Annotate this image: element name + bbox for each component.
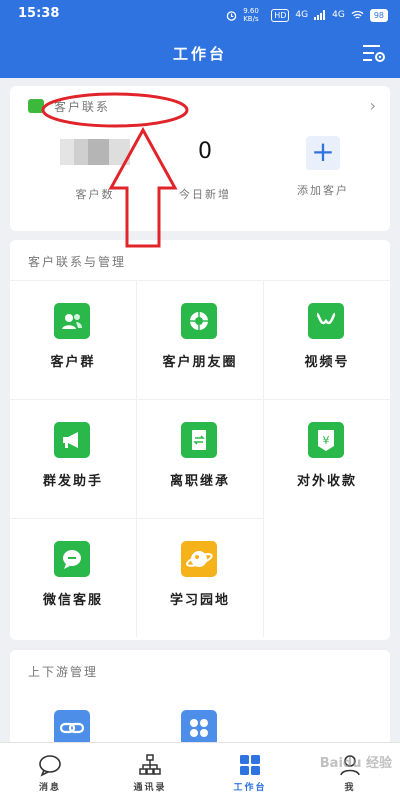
status-bar: 15:38 9.60 KB/s HD 4G 4G 98 xyxy=(0,0,400,28)
grid-item-label: 群发助手 xyxy=(42,474,103,489)
customer-contact-card[interactable]: 客户联系 › 客户数 0 今日新增 + 添加客户 xyxy=(10,86,390,231)
tab-label: 消息 xyxy=(38,783,61,793)
moments-shutter-icon xyxy=(181,303,217,339)
battery-level: 98 xyxy=(369,8,388,22)
hd-badge: HD xyxy=(271,8,290,22)
grid-item-resignation-inherit[interactable]: 离职继承 xyxy=(137,399,263,518)
baidu-watermark: Baidu 经验 xyxy=(319,756,392,771)
add-customer[interactable]: + 添加客户 xyxy=(268,136,378,198)
tab-workbench[interactable]: 工作台 xyxy=(200,743,300,800)
grid-item-customer-group[interactable]: 客户群 xyxy=(10,280,136,399)
tab-label: 工作台 xyxy=(233,783,267,793)
grid-item-learning-garden[interactable]: 学习园地 xyxy=(137,518,263,637)
net-speed: 9.60 KB/s xyxy=(243,7,259,23)
status-time: 15:38 xyxy=(18,6,60,21)
wifi-icon xyxy=(351,10,364,19)
tab-label: 我 xyxy=(344,783,356,793)
customer-count-blurred xyxy=(60,139,130,165)
page-title: 工作台 xyxy=(172,45,227,63)
grid-item-label: 客户朋友圈 xyxy=(162,355,238,370)
tab-contacts[interactable]: 通讯录 xyxy=(100,743,200,800)
link-icon[interactable] xyxy=(54,710,90,746)
stat-label: 客户数 xyxy=(75,188,115,201)
megaphone-icon xyxy=(54,422,90,458)
chevron-right-icon[interactable]: › xyxy=(370,96,376,115)
grid-item-label: 视频号 xyxy=(304,355,350,370)
grid-item-label: 学习园地 xyxy=(169,593,230,608)
grid-item-label: 离职继承 xyxy=(169,474,230,489)
grid-item-label: 微信客服 xyxy=(42,593,103,608)
signal-4g-1: 4G xyxy=(295,10,309,20)
stat-label: 今日新增 xyxy=(179,188,231,201)
add-customer-button[interactable]: + xyxy=(306,136,340,170)
grid-item-label: 对外收款 xyxy=(296,474,357,489)
stat-label: 添加客户 xyxy=(297,184,349,197)
wechat-contact-icon xyxy=(28,99,44,113)
message-icon xyxy=(39,755,61,777)
signal-bars-icon xyxy=(314,10,326,20)
section-title: 上下游管理 xyxy=(28,665,99,679)
grid-item-external-payment[interactable]: ¥ 对外收款 xyxy=(264,399,390,518)
signal-4g-2: 4G xyxy=(332,10,345,20)
yuan-receipt-icon: ¥ xyxy=(308,422,344,458)
tab-label: 通讯录 xyxy=(133,783,167,793)
alarm-icon xyxy=(226,10,237,21)
today-new-value: 0 xyxy=(198,139,212,164)
customer-contact-title[interactable]: 客户联系 xyxy=(54,98,110,115)
customer-management-card: 客户联系与管理 客户群 客户朋友圈 视频号 群发助手 离职继承 ¥ 对外收款 微… xyxy=(10,240,390,640)
channels-icon xyxy=(308,303,344,339)
stat-today-new[interactable]: 0 今日新增 xyxy=(150,136,260,202)
grid-item-broadcast-assistant[interactable]: 群发助手 xyxy=(10,399,136,518)
workbench-grid-icon xyxy=(240,755,260,775)
transfer-doc-icon xyxy=(181,422,217,458)
section-title: 客户联系与管理 xyxy=(28,255,127,269)
upstream-management-card: 上下游管理 xyxy=(10,650,390,750)
stat-customer-count[interactable]: 客户数 xyxy=(40,136,150,202)
app-header: 15:38 9.60 KB/s HD 4G 4G 98 工作台 xyxy=(0,0,400,78)
status-icons: 9.60 KB/s HD 4G 4G 98 xyxy=(226,7,388,23)
grid-item-customer-moments[interactable]: 客户朋友圈 xyxy=(137,280,263,399)
grid-item-channels[interactable]: 视频号 xyxy=(264,280,390,399)
planet-icon xyxy=(181,541,217,577)
apps-grid-icon[interactable] xyxy=(181,710,217,746)
grid-item-wechat-service[interactable]: 微信客服 xyxy=(10,518,136,637)
grid-item-label: 客户群 xyxy=(50,355,96,370)
org-chart-icon xyxy=(139,754,161,775)
tab-messages[interactable]: 消息 xyxy=(0,743,100,800)
bottom-tab-bar: 消息 通讯录 工作台 我 xyxy=(0,742,400,800)
settings-list-icon[interactable] xyxy=(362,42,386,64)
group-icon xyxy=(54,303,90,339)
svg-text:¥: ¥ xyxy=(323,434,330,447)
chat-bubble-icon xyxy=(54,541,90,577)
